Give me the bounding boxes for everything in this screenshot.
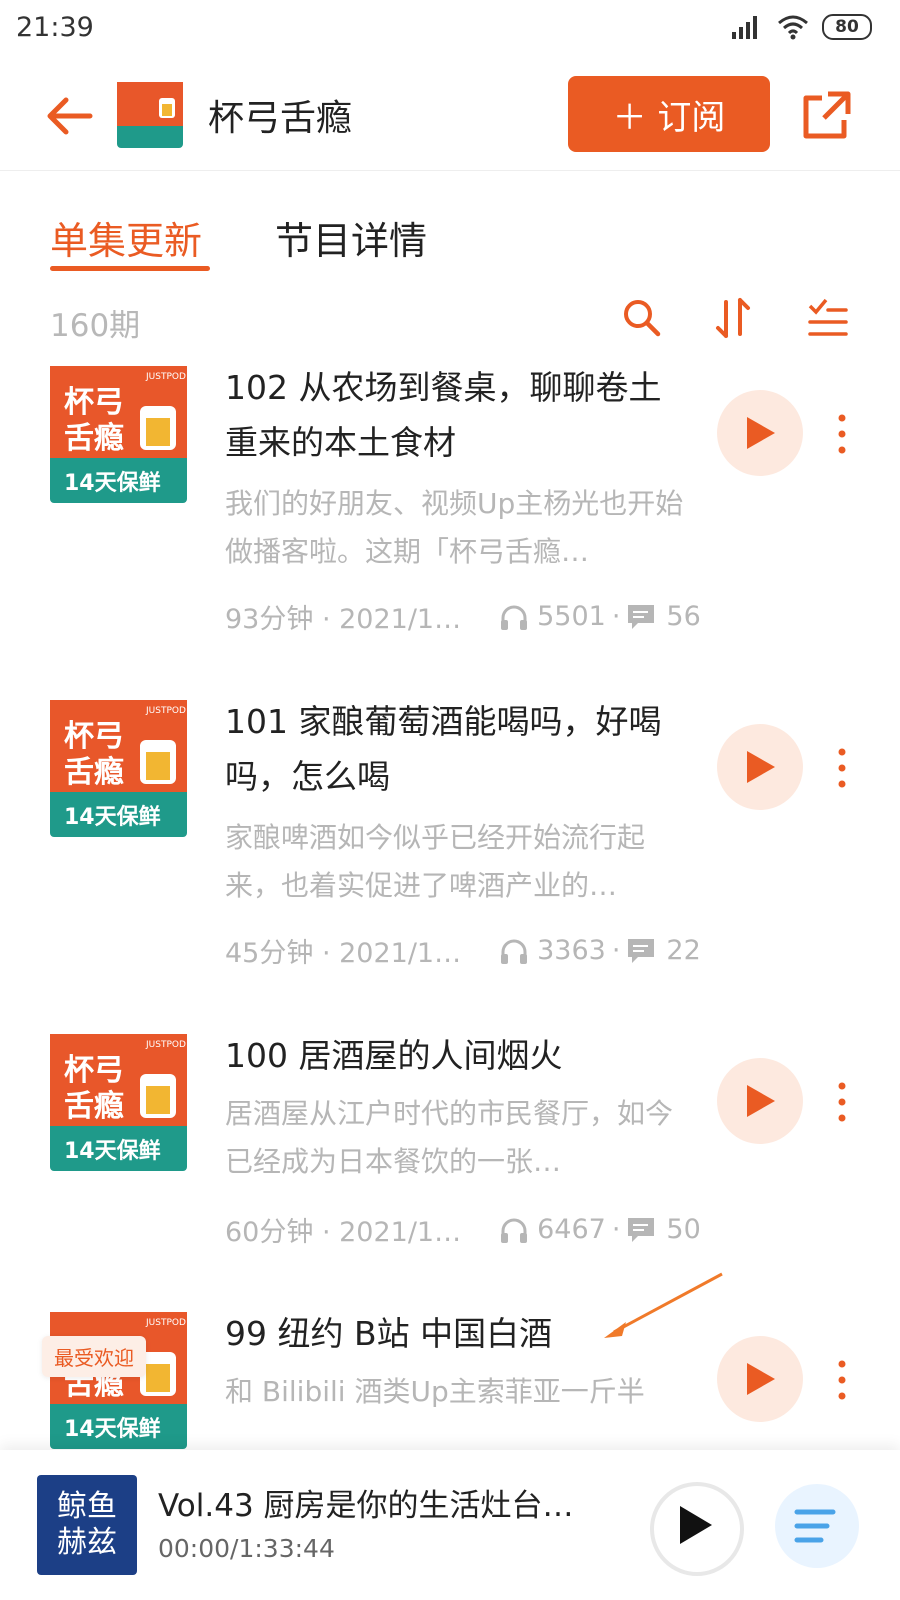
tab-details[interactable]: 节目详情 <box>275 210 427 265</box>
play-button[interactable] <box>717 724 803 810</box>
episode-cover: 杯弓 舌瘾 14天保鲜 JUSTPOD <box>50 700 187 837</box>
comment-count: 56 <box>666 601 701 632</box>
tab-episodes[interactable]: 单集更新 <box>50 210 202 265</box>
batch-select-icon[interactable] <box>806 296 850 340</box>
episode-cover-art: 舌瘾 14天保鲜 JUSTPOD <box>50 1312 187 1449</box>
svg-text:14天保鲜: 14天保鲜 <box>64 1139 161 1164</box>
episode-count: 160期 <box>50 308 141 344</box>
podcast-header: 杯弓舌瘾 ＋ 订阅 <box>0 62 900 171</box>
play-count: 3363 <box>537 935 606 966</box>
more-options-icon[interactable] <box>832 412 852 456</box>
playlist-button[interactable] <box>775 1484 859 1568</box>
annotation-arrow-icon <box>604 1272 723 1338</box>
podcast-cover-art <box>117 82 183 148</box>
play-icon <box>747 1085 775 1117</box>
svg-text:杯弓: 杯弓 <box>64 719 124 754</box>
player-time: 00:00/1:33:44 <box>158 1534 335 1563</box>
more-options-icon[interactable] <box>832 746 852 790</box>
back-arrow-icon[interactable] <box>44 90 96 142</box>
battery-indicator: 80 <box>822 14 872 40</box>
comment-icon <box>628 1217 655 1242</box>
play-icon <box>747 1363 775 1395</box>
episode-cover: 杯弓 舌瘾 14天保鲜 JUSTPOD <box>50 1034 187 1171</box>
sort-icon[interactable] <box>712 296 756 340</box>
status-bar: 21:39 80 <box>0 0 900 62</box>
wifi-icon <box>778 15 808 40</box>
subscribe-button[interactable]: ＋ 订阅 <box>568 76 770 152</box>
subscribe-label: ＋ 订阅 <box>612 97 726 138</box>
episode-cover-art: 杯弓 舌瘾 14天保鲜 JUSTPOD <box>50 700 187 837</box>
player-play-button[interactable] <box>650 1482 744 1576</box>
signal-icon <box>732 16 757 39</box>
share-icon[interactable] <box>800 88 854 142</box>
episode-duration-date: 93分钟 · 2021/1… <box>225 604 462 635</box>
playlist-icon <box>794 1509 836 1543</box>
play-button[interactable] <box>717 390 803 476</box>
search-icon[interactable] <box>620 296 664 340</box>
svg-text:JUSTPOD: JUSTPOD <box>145 1040 186 1050</box>
svg-text:JUSTPOD: JUSTPOD <box>145 1318 186 1328</box>
play-count: 5501 <box>537 601 606 632</box>
more-options-icon[interactable] <box>832 1358 852 1402</box>
status-time: 21:39 <box>16 12 94 43</box>
episode-description: 居酒屋从江户时代的市民餐厅，如今已经成为日本餐饮的一张… <box>225 1097 674 1178</box>
svg-text:舌瘾: 舌瘾 <box>64 1089 124 1124</box>
popular-badge: 最受欢迎 <box>42 1336 146 1377</box>
play-button[interactable] <box>717 1058 803 1144</box>
comment-count: 50 <box>666 1214 701 1245</box>
episode-cover-art: 杯弓 舌瘾 14天保鲜 JUSTPOD <box>50 1034 187 1171</box>
episode-description: 和 Bilibili 酒类Up主索菲亚一斤半 <box>225 1375 645 1408</box>
episode-duration-date: 45分钟 · 2021/1… <box>225 938 462 969</box>
svg-text:14天保鲜: 14天保鲜 <box>64 1417 161 1442</box>
svg-text:14天保鲜: 14天保鲜 <box>64 805 161 830</box>
headphones-icon <box>501 1218 528 1243</box>
episode-title: 101 家酿葡萄酒能喝吗，好喝吗，怎么喝 <box>225 702 662 796</box>
podcast-title: 杯弓舌瘾 <box>208 98 353 139</box>
play-icon <box>747 417 775 449</box>
svg-text:14天保鲜: 14天保鲜 <box>64 471 161 496</box>
episode-title: 100 居酒屋的人间烟火 <box>225 1036 563 1075</box>
episode-cover-art: 杯弓 舌瘾 14天保鲜 JUSTPOD <box>50 366 187 503</box>
svg-text:舌瘾: 舌瘾 <box>64 421 124 456</box>
episode-cover: 杯弓 舌瘾 14天保鲜 JUSTPOD <box>50 366 187 503</box>
mini-player[interactable]: 鲸鱼 赫兹 Vol.43 厨房是你的生活灶台，… 00:00/1:33:44 <box>0 1450 900 1600</box>
episode-meta: 93分钟 · 2021/1… 5501 · 56 <box>225 597 701 636</box>
svg-text:舌瘾: 舌瘾 <box>64 755 124 790</box>
podcast-cover <box>117 82 183 148</box>
episode-meta: 60分钟 · 2021/1… 6467 · 50 <box>225 1210 701 1249</box>
comment-icon <box>628 938 655 963</box>
meta-separator: · <box>611 1214 621 1245</box>
meta-separator: · <box>611 935 621 966</box>
episode-duration-date: 60分钟 · 2021/1… <box>225 1217 462 1248</box>
more-options-icon[interactable] <box>832 1080 852 1124</box>
player-cover: 鲸鱼 赫兹 <box>37 1475 137 1575</box>
headphones-icon <box>501 605 528 630</box>
play-count: 6467 <box>537 1214 606 1245</box>
svg-text:杯弓: 杯弓 <box>64 1053 124 1088</box>
episode-cover: 舌瘾 14天保鲜 JUSTPOD <box>50 1312 187 1450</box>
svg-text:JUSTPOD: JUSTPOD <box>145 372 186 382</box>
headphones-icon <box>501 939 528 964</box>
svg-text:JUSTPOD: JUSTPOD <box>145 706 186 716</box>
episode-meta: 45分钟 · 2021/1… 3363 · 22 <box>225 931 701 970</box>
meta-separator: · <box>611 601 621 632</box>
play-icon <box>680 1506 712 1544</box>
episode-description: 家酿啤酒如今似乎已经开始流行起来，也着实促进了啤酒产业的… <box>225 821 646 902</box>
comment-count: 22 <box>666 935 701 966</box>
comment-icon <box>628 604 655 629</box>
episode-title: 102 从农场到餐桌，聊聊卷土重来的本土食材 <box>225 368 662 462</box>
player-cover-text: 鲸鱼 赫兹 <box>57 1489 117 1560</box>
status-icons: 80 <box>730 14 872 40</box>
player-track-title: Vol.43 厨房是你的生活灶台，… <box>158 1488 598 1524</box>
tab-active-indicator <box>50 266 210 271</box>
svg-text:杯弓: 杯弓 <box>64 385 124 420</box>
play-icon <box>747 751 775 783</box>
episode-description: 我们的好朋友、视频Up主杨光也开始做播客啦。这期「杯弓舌瘾… <box>225 487 684 568</box>
